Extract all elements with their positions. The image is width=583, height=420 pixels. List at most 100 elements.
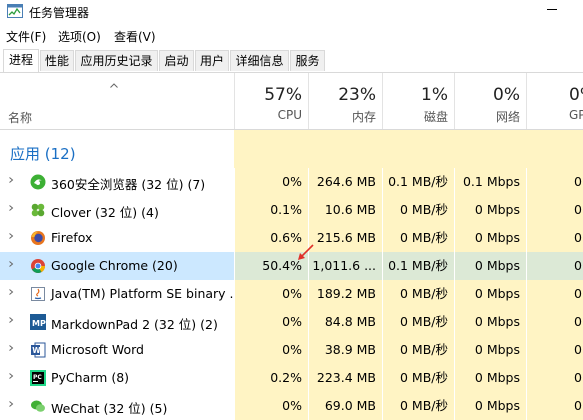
svg-text:PC: PC bbox=[33, 374, 42, 381]
memory-column-header[interactable]: 23% 内存 bbox=[308, 73, 382, 129]
network-column-header[interactable]: 0% 网络 bbox=[454, 73, 526, 129]
table-row[interactable]: Clover (32 位) (4) 0.1% 10.6 MB 0 MB/秒 0 Mbps… bbox=[0, 196, 583, 224]
memory-cell: 10.6 MB bbox=[308, 196, 382, 224]
network-cell: 0 Mbps bbox=[454, 308, 526, 336]
tab-app-history[interactable]: 应用历史记录 bbox=[75, 50, 158, 71]
tab-services[interactable]: 服务 bbox=[290, 50, 325, 71]
cpu-column-header[interactable]: 57% CPU bbox=[234, 73, 308, 129]
sort-up-icon[interactable] bbox=[110, 83, 118, 88]
chevron-right-icon[interactable] bbox=[8, 177, 14, 183]
chevron-right-icon[interactable] bbox=[8, 345, 14, 351]
memory-cell: 189.2 MB bbox=[308, 280, 382, 308]
tab-processes[interactable]: 进程 bbox=[3, 49, 39, 72]
process-name: PyCharm (8) bbox=[51, 370, 130, 385]
memory-cell: 215.6 MB bbox=[308, 224, 382, 252]
group-apps-title[interactable]: 应用 (12) bbox=[10, 143, 76, 164]
table-row[interactable]: Google Chrome (20) 50.4% 1,011.6 ... 0.1 MB… bbox=[0, 252, 583, 280]
tab-details[interactable]: 详细信息 bbox=[230, 50, 289, 71]
java-icon bbox=[30, 286, 46, 302]
process-name: Microsoft Word bbox=[51, 342, 144, 357]
cpu-label: CPU bbox=[277, 108, 302, 122]
word-icon: W bbox=[30, 342, 46, 358]
cpu-cell: 0% bbox=[234, 336, 308, 364]
memory-cell: 38.9 MB bbox=[308, 336, 382, 364]
menu-file[interactable]: 文件(F) bbox=[6, 28, 46, 45]
network-cell: 0 Mbps bbox=[454, 224, 526, 252]
minimize-button[interactable] bbox=[547, 3, 557, 13]
network-cell: 0 Mbps bbox=[454, 196, 526, 224]
title-bar: 任务管理器 bbox=[0, 0, 583, 24]
network-cell: 0.1 Mbps bbox=[454, 168, 526, 196]
process-name: MarkdownPad 2 (32 位) (2) bbox=[51, 317, 218, 332]
chevron-right-icon[interactable] bbox=[8, 233, 14, 239]
menu-options[interactable]: 选项(O) bbox=[58, 28, 101, 45]
gpu-cell: 0 bbox=[526, 336, 583, 364]
table-row[interactable]: WeChat (32 位) (5) 0% 69.0 MB 0 MB/秒 0 Mbps 0 bbox=[0, 392, 583, 420]
memory-cell: 264.6 MB bbox=[308, 168, 382, 196]
markdownpad-icon: MP bbox=[30, 314, 46, 330]
disk-cell: 0.1 MB/秒 bbox=[382, 168, 454, 196]
gpu-cell: 0 bbox=[526, 392, 583, 420]
table-row[interactable]: Firefox 0.6% 215.6 MB 0 MB/秒 0 Mbps 0 bbox=[0, 224, 583, 252]
process-name: Google Chrome (20) bbox=[51, 258, 178, 273]
gpu-total: 0% bbox=[569, 85, 583, 105]
gpu-cell: 0 bbox=[526, 308, 583, 336]
cpu-cell: 0.2% bbox=[234, 364, 308, 392]
chevron-right-icon[interactable] bbox=[8, 317, 14, 323]
chevron-right-icon[interactable] bbox=[8, 289, 14, 295]
gpu-cell: 0 bbox=[526, 280, 583, 308]
red-arrow-annotation bbox=[298, 244, 314, 260]
process-name: Firefox bbox=[51, 230, 93, 245]
process-name: 360安全浏览器 (32 位) (7) bbox=[51, 177, 206, 192]
svg-text:MP: MP bbox=[32, 319, 46, 328]
disk-cell: 0 MB/秒 bbox=[382, 308, 454, 336]
gpu-cell: 0 bbox=[526, 196, 583, 224]
gpu-cell: 0 bbox=[526, 252, 583, 280]
task-manager-icon bbox=[7, 4, 23, 18]
table-row[interactable]: 360安全浏览器 (32 位) (7) 0% 264.6 MB 0.1 MB/秒 0.1… bbox=[0, 168, 583, 196]
disk-column-header[interactable]: 1% 磁盘 bbox=[382, 73, 454, 129]
disk-cell: 0 MB/秒 bbox=[382, 364, 454, 392]
memory-cell: 1,011.6 ... bbox=[308, 252, 382, 280]
tab-strip: 进程 性能 应用历史记录 启动 用户 详细信息 服务 bbox=[0, 46, 583, 73]
memory-label: 内存 bbox=[351, 110, 376, 124]
clover-icon bbox=[30, 202, 46, 218]
disk-label: 磁盘 bbox=[423, 110, 448, 124]
tab-performance[interactable]: 性能 bbox=[40, 50, 74, 71]
cpu-cell: 0% bbox=[234, 168, 308, 196]
network-cell: 0 Mbps bbox=[454, 336, 526, 364]
tab-startup[interactable]: 启动 bbox=[159, 50, 194, 71]
disk-total: 1% bbox=[421, 85, 448, 105]
gpu-cell: 0 bbox=[526, 364, 583, 392]
table-row[interactable]: Java(TM) Platform SE binary ... 0% 189.2 M… bbox=[0, 280, 583, 308]
memory-total: 23% bbox=[338, 85, 376, 105]
name-column-header[interactable]: 名称 bbox=[8, 109, 32, 126]
process-name: Clover (32 位) (4) bbox=[51, 205, 159, 220]
process-name: Java(TM) Platform SE binary ... bbox=[51, 286, 242, 301]
tab-users[interactable]: 用户 bbox=[195, 50, 229, 71]
gpu-column-header[interactable]: 0% GP bbox=[526, 73, 583, 129]
chevron-right-icon[interactable] bbox=[8, 401, 14, 407]
pycharm-icon: PC bbox=[30, 370, 46, 386]
network-cell: 0 Mbps bbox=[454, 364, 526, 392]
table-row[interactable]: PC PyCharm (8) 0.2% 223.4 MB 0 MB/秒 0 Mbps 0 bbox=[0, 364, 583, 392]
cpu-total: 57% bbox=[264, 85, 302, 105]
window-title: 任务管理器 bbox=[29, 6, 90, 20]
cpu-cell: 0% bbox=[234, 280, 308, 308]
table-row[interactable]: W Microsoft Word 0% 38.9 MB 0 MB/秒 0 Mbps 0 bbox=[0, 336, 583, 364]
chevron-right-icon[interactable] bbox=[8, 261, 14, 267]
gpu-cell: 0 bbox=[526, 224, 583, 252]
memory-cell: 223.4 MB bbox=[308, 364, 382, 392]
disk-cell: 0 MB/秒 bbox=[382, 392, 454, 420]
gpu-cell: 0 bbox=[526, 168, 583, 196]
svg-text:W: W bbox=[32, 346, 41, 355]
chrome-icon bbox=[30, 258, 46, 274]
menu-view[interactable]: 查看(V) bbox=[114, 28, 156, 45]
chevron-right-icon[interactable] bbox=[8, 373, 14, 379]
disk-cell: 0 MB/秒 bbox=[382, 336, 454, 364]
chevron-right-icon[interactable] bbox=[8, 205, 14, 211]
table-row[interactable]: MP MarkdownPad 2 (32 位) (2) 0% 84.8 MB 0 MB/… bbox=[0, 308, 583, 336]
network-total: 0% bbox=[493, 85, 520, 105]
cpu-cell: 0% bbox=[234, 308, 308, 336]
cpu-cell: 0% bbox=[234, 392, 308, 420]
